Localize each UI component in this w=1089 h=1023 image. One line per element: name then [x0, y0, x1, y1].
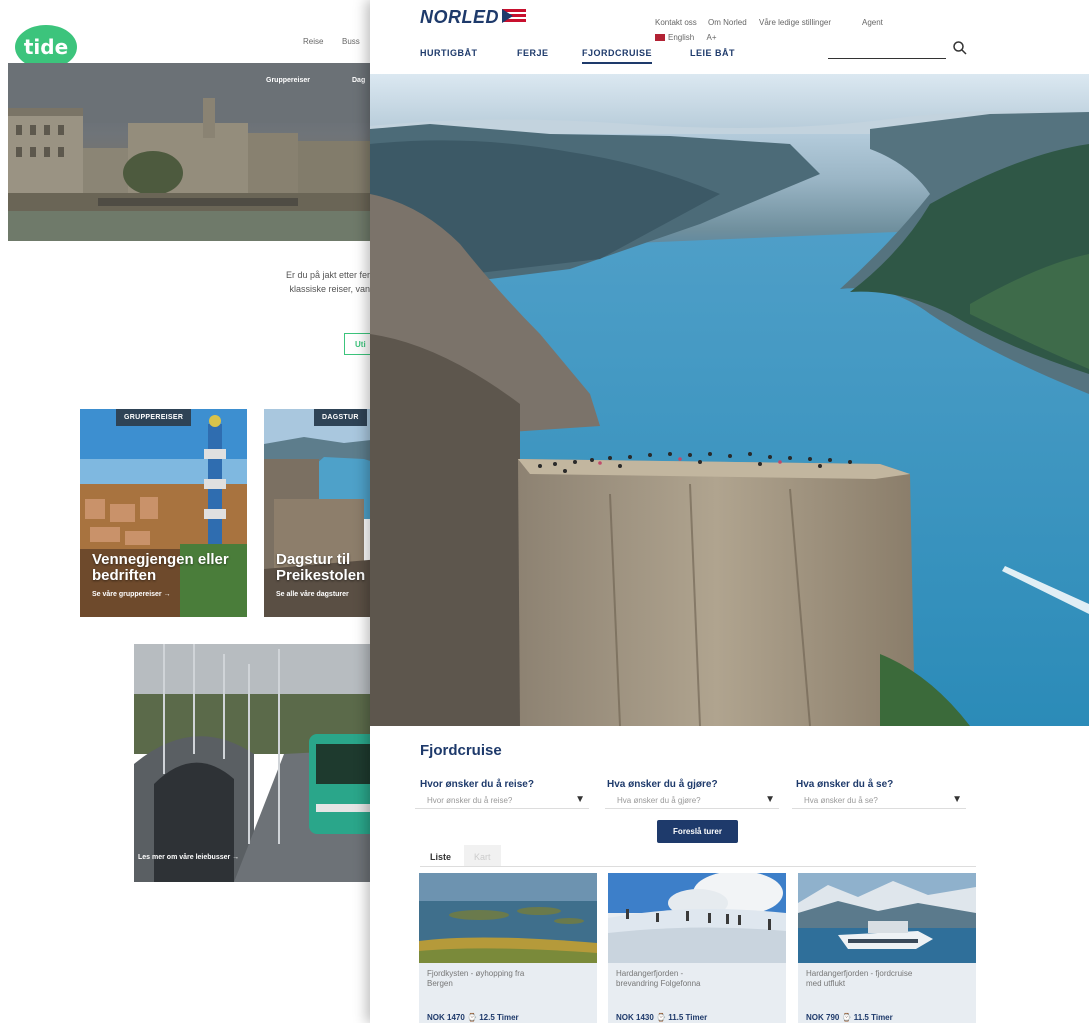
- nav-leie-bat[interactable]: LEIE BÅT: [690, 48, 735, 58]
- tour-image: [419, 873, 597, 963]
- nav-fjordcruise[interactable]: FJORDCRUISE: [582, 48, 653, 64]
- tab-liste[interactable]: Liste: [420, 845, 461, 866]
- dropdown-arrow-icon: ▼: [765, 794, 775, 805]
- section-title: Fjordcruise: [420, 742, 502, 759]
- tour-card[interactable]: Fjordkysten - øyhopping fra Bergen NOK 1…: [419, 873, 597, 1023]
- tide-card-link[interactable]: Se alle våre dagsturer: [276, 591, 349, 598]
- view-tabs: Liste Kart: [420, 845, 976, 867]
- tide-intro-line-1: Er du på jakt etter fer: [285, 270, 370, 280]
- tab-kart[interactable]: Kart: [464, 845, 501, 866]
- tide-page: tide Reise Buss Gruppereiser Dag Er du p…: [0, 0, 384, 1023]
- filter-placeholder: Hva ønsker du å se?: [804, 796, 878, 805]
- filter-label-do: Hva ønsker du å gjøre?: [607, 779, 718, 790]
- tide-subnav-gruppereiser[interactable]: Gruppereiser: [266, 77, 310, 84]
- hero-image-preikestolen: [370, 74, 1089, 726]
- suggest-tours-button[interactable]: Foreslå turer: [657, 820, 738, 843]
- filter-label-see: Hva ønsker du å se?: [796, 779, 894, 790]
- flag-uk-icon: [655, 34, 665, 41]
- tour-image: [798, 873, 976, 963]
- norled-page: NORLED Kontakt oss Om Norled Våre ledige…: [370, 0, 1089, 1023]
- search-icon[interactable]: [952, 40, 968, 56]
- tide-nav-reise[interactable]: Reise: [303, 37, 323, 46]
- language-label: English: [668, 33, 695, 42]
- tide-card-leiebusser[interactable]: Les mer om våre leiebusser →: [134, 644, 380, 882]
- tide-card-link[interactable]: Les mer om våre leiebusser →: [138, 854, 239, 861]
- dropdown-arrow-icon: ▼: [952, 794, 962, 805]
- tour-price: NOK 1430 ⌚ 11.5 Timer: [616, 1013, 708, 1022]
- tour-name: Hardangerfjorden - brevandring Folgefonn…: [616, 969, 701, 988]
- tide-intro-line-2: klassiske reiser, van: [289, 284, 370, 294]
- util-link-kontakt[interactable]: Kontakt oss: [655, 18, 697, 27]
- search-input[interactable]: [828, 58, 946, 59]
- tour-price: NOK 790 ⌚ 11.5 Timer: [806, 1013, 893, 1022]
- filter-select-do[interactable]: Hva ønsker du å gjøre? ▼: [605, 793, 779, 809]
- language-switch[interactable]: English A+: [655, 33, 717, 42]
- util-link-stillinger[interactable]: Våre ledige stillinger: [759, 18, 831, 27]
- tour-name: Hardangerfjorden - fjordcruise med utflu…: [806, 969, 913, 988]
- tide-card-tag: GRUPPEREISER: [116, 409, 192, 426]
- filter-select-see[interactable]: Hva ønsker du å se? ▼: [792, 793, 966, 809]
- norled-logo[interactable]: NORLED: [420, 7, 499, 28]
- nav-ferje[interactable]: FERJE: [517, 48, 549, 58]
- tide-card-title: Dagstur til Preikestolen: [276, 551, 366, 584]
- font-size-toggle[interactable]: A+: [706, 33, 716, 42]
- tide-nav-buss[interactable]: Buss: [342, 37, 360, 46]
- filter-placeholder: Hva ønsker du å gjøre?: [617, 796, 701, 805]
- norled-logo-flag-icon: [502, 9, 526, 24]
- filter-label-where: Hvor ønsker du å reise?: [420, 779, 534, 790]
- tour-price: NOK 1470 ⌚ 12.5 Timer: [427, 1013, 519, 1022]
- tide-subnav-dag[interactable]: Dag: [352, 77, 365, 84]
- tour-image: [608, 873, 786, 963]
- filter-placeholder: Hvor ønsker du å reise?: [427, 796, 513, 805]
- dropdown-arrow-icon: ▼: [575, 794, 585, 805]
- util-link-om-norled[interactable]: Om Norled: [708, 18, 747, 27]
- nav-hurtigbat[interactable]: HURTIGBÅT: [420, 48, 478, 58]
- tide-card-title: Vennegjengen eller bedriften: [92, 551, 229, 584]
- tide-card-tag: DAGSTUR: [314, 409, 367, 426]
- filter-select-where[interactable]: Hvor ønsker du å reise? ▼: [415, 793, 589, 809]
- tide-card-link[interactable]: Se våre gruppereiser →: [92, 591, 171, 598]
- tide-card-gruppereiser[interactable]: GRUPPEREISER Vennegjengen eller bedrifte…: [80, 409, 247, 617]
- tour-name: Fjordkysten - øyhopping fra Bergen: [427, 969, 525, 988]
- tour-card[interactable]: Hardangerfjorden - fjordcruise med utflu…: [798, 873, 976, 1023]
- tide-hero-image: Gruppereiser Dag: [8, 63, 380, 241]
- util-link-agent[interactable]: Agent: [862, 18, 883, 27]
- tour-card[interactable]: Hardangerfjorden - brevandring Folgefonn…: [608, 873, 786, 1023]
- tide-card-dagstur[interactable]: DAGSTUR Dagstur til Preikestolen Se alle…: [264, 409, 380, 617]
